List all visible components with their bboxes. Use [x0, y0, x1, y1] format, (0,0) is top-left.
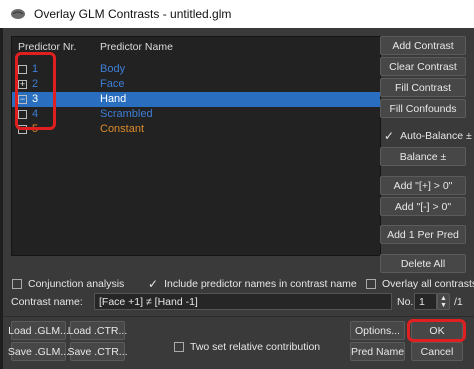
fill-confounds-button[interactable]: Fill Confounds [380, 99, 466, 118]
contrast-number-spinner[interactable]: ▲ ▼ [437, 293, 450, 310]
dialog-panel: Predictor Nr. Predictor Name 1 Body + 2 … [3, 28, 474, 369]
predictor-name: Constant [100, 123, 145, 135]
list-header: Predictor Nr. Predictor Name [12, 37, 380, 55]
contrast-name-label: Contrast name: [11, 296, 83, 308]
load-glm-button[interactable]: Load .GLM... [8, 321, 69, 340]
contrast-total: /1 [454, 296, 463, 308]
add-negative-button[interactable]: Add "[-] > 0" [380, 197, 466, 216]
predictor-row-selected[interactable]: − 3 Hand [12, 92, 380, 107]
contrast-name-value: [Face +1] ≠ [Hand -1] [99, 295, 198, 308]
contrast-no-label: No. [397, 296, 414, 308]
options-button[interactable]: Options... [350, 321, 405, 340]
checkbox-column-highlight [15, 52, 56, 130]
header-predictor-name: Predictor Name [100, 41, 173, 53]
overlay-all-label: Overlay all contrasts [382, 278, 474, 290]
auto-balance-label: Auto-Balance ± [400, 130, 472, 142]
auto-balance-checkbox[interactable]: ✓ Auto-Balance ± [384, 129, 472, 143]
include-names-label: Include predictor names in contrast name [164, 278, 357, 290]
title-bar: Overlay GLM Contrasts - untitled.glm [0, 0, 474, 28]
two-set-label: Two set relative contribution [190, 341, 321, 353]
predictor-row[interactable]: 4 Scrambled [12, 107, 380, 122]
fill-contrast-button[interactable]: Fill Contrast [380, 78, 466, 97]
checkbox-box [12, 279, 22, 289]
checkbox-box [174, 342, 184, 352]
predictor-list[interactable]: Predictor Nr. Predictor Name 1 Body + 2 … [11, 36, 381, 256]
clear-contrast-button[interactable]: Clear Contrast [380, 57, 466, 76]
checkbox-box [366, 279, 376, 289]
check-icon: ✓ [148, 277, 159, 291]
contrast-number-input[interactable]: 1 [414, 293, 437, 310]
balance-button[interactable]: Balance ± [380, 147, 466, 166]
two-set-checkbox[interactable]: Two set relative contribution [174, 341, 320, 353]
spinner-up-icon: ▲ [440, 294, 447, 302]
save-glm-button[interactable]: Save .GLM... [8, 342, 69, 361]
divider [3, 316, 474, 317]
conjunction-checkbox[interactable]: Conjunction analysis [12, 278, 124, 290]
add-one-per-pred-button[interactable]: Add 1 Per Pred [380, 225, 466, 244]
predictor-row[interactable]: 5 Constant [12, 122, 380, 137]
predictor-row[interactable]: 1 Body [12, 62, 380, 77]
contrast-number-value: 1 [419, 295, 425, 308]
overlay-all-checkbox[interactable]: Overlay all contrasts [366, 278, 474, 290]
brain-icon [11, 9, 25, 19]
conjunction-label: Conjunction analysis [28, 278, 125, 290]
predictor-row[interactable]: + 2 Face [12, 77, 380, 92]
check-icon: ✓ [384, 129, 395, 143]
window-title: Overlay GLM Contrasts - untitled.glm [34, 7, 232, 21]
contrast-name-input[interactable]: [Face +1] ≠ [Hand -1] [94, 293, 392, 310]
delete-all-button[interactable]: Delete All [380, 254, 466, 273]
predictor-name: Scrambled [100, 108, 153, 120]
add-positive-button[interactable]: Add "[+] > 0" [380, 176, 466, 195]
cancel-button[interactable]: Cancel [411, 342, 463, 361]
pred-name-button[interactable]: Pred Name [350, 342, 405, 361]
predictor-name: Face [100, 78, 125, 90]
ok-button-highlight [407, 319, 466, 342]
add-contrast-button[interactable]: Add Contrast [380, 36, 466, 55]
spinner-down-icon: ▼ [440, 301, 447, 309]
include-names-checkbox[interactable]: ✓ Include predictor names in contrast na… [148, 277, 357, 291]
load-ctr-button[interactable]: Load .CTR... [68, 321, 127, 340]
predictor-name: Hand [100, 93, 127, 105]
predictor-name: Body [100, 63, 126, 75]
save-ctr-button[interactable]: Save .CTR... [67, 342, 128, 361]
